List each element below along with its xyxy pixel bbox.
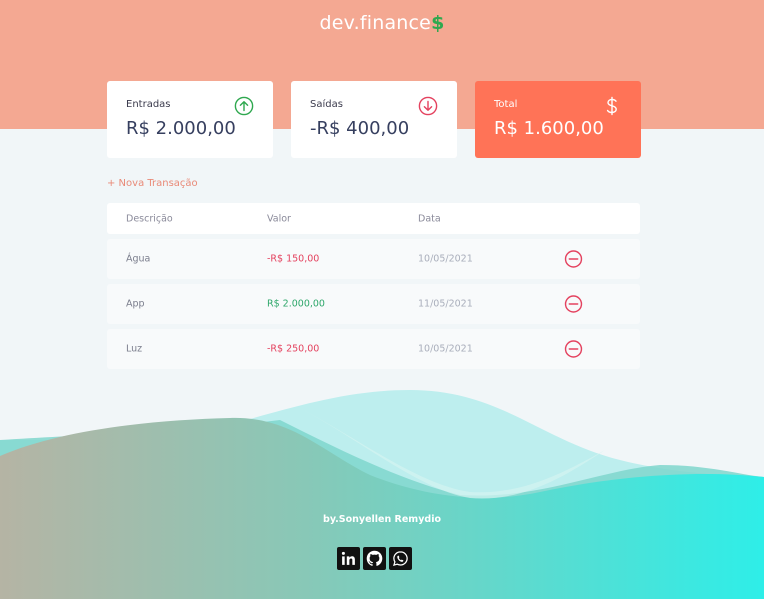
transaction-amount: R$ 2.000,00 (267, 298, 325, 310)
linkedin-icon[interactable] (337, 547, 360, 570)
table-row: Água -R$ 150,00 10/05/2021 (107, 239, 640, 279)
logo-dollar-symbol: $ (431, 12, 445, 34)
expense-card: Saídas -R$ 400,00 (291, 81, 457, 158)
transaction-amount: -R$ 250,00 (267, 343, 320, 355)
table-header: Descrição Valor Data (107, 203, 640, 234)
table-row: App R$ 2.000,00 11/05/2021 (107, 284, 640, 324)
header-value: Valor (267, 213, 291, 224)
transaction-description: Luz (126, 343, 143, 355)
transaction-date: 10/05/2021 (418, 253, 473, 265)
github-icon[interactable] (363, 547, 386, 570)
arrow-down-circle-icon (418, 96, 438, 116)
whatsapp-glyph (393, 551, 408, 567)
whatsapp-icon[interactable] (389, 547, 412, 570)
github-glyph (366, 550, 383, 566)
minus-circle-icon[interactable] (564, 340, 583, 359)
total-value: R$ 1.600,00 (494, 118, 604, 139)
author-credit: by.Sonyellen Remydio (323, 514, 441, 525)
app-logo: dev.finance$ (0, 12, 764, 34)
income-card: Entradas R$ 2.000,00 (107, 81, 273, 158)
header-description: Descrição (126, 213, 173, 224)
dollar-sign-icon (606, 96, 617, 116)
transaction-amount: -R$ 150,00 (267, 253, 320, 265)
minus-circle-icon[interactable] (564, 250, 583, 269)
transaction-description: App (126, 298, 145, 310)
transaction-date: 10/05/2021 (418, 343, 473, 355)
arrow-up-circle-icon (234, 96, 254, 116)
table-row: Luz -R$ 250,00 10/05/2021 (107, 329, 640, 369)
income-value: R$ 2.000,00 (126, 118, 236, 139)
expense-value: -R$ 400,00 (310, 118, 410, 139)
new-transaction-link[interactable]: + Nova Transação (107, 178, 198, 189)
transaction-description: Água (126, 253, 151, 265)
total-card: Total R$ 1.600,00 (475, 81, 641, 158)
transaction-date: 11/05/2021 (418, 298, 473, 310)
minus-circle-icon[interactable] (564, 295, 583, 314)
app-title: dev.finance (319, 12, 432, 34)
transactions-table: Descrição Valor Data Água -R$ 150,00 10/… (107, 203, 640, 369)
header-date: Data (418, 213, 441, 224)
linkedin-glyph (341, 551, 355, 565)
